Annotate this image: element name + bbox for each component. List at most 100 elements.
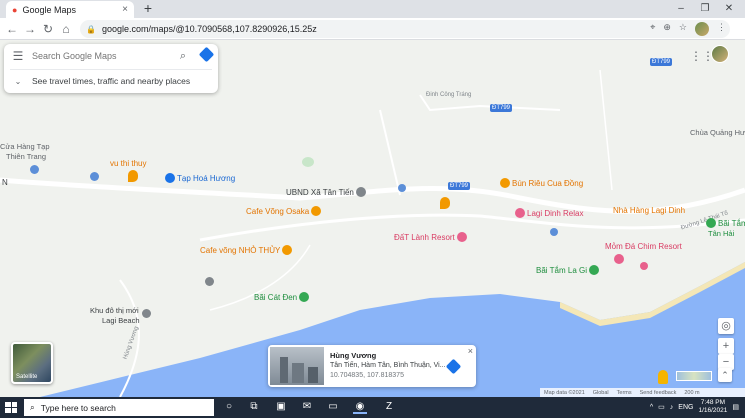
- address-bar[interactable]: 🔒 google.com/maps/@10.7090568,107.829092…: [80, 20, 730, 38]
- search-icon: ⌕: [30, 402, 35, 412]
- profile-avatar[interactable]: [695, 22, 709, 36]
- hotel-icon[interactable]: [640, 262, 648, 270]
- cafe-icon: [311, 206, 322, 216]
- hotel-icon: [456, 232, 467, 242]
- reload-icon[interactable]: ↻: [40, 21, 56, 37]
- poi-cafe-vong-nho-thuy[interactable]: Cafe võng NHỎ THỦY: [200, 245, 293, 255]
- menu-dots-icon[interactable]: ⋮: [717, 22, 726, 36]
- account-avatar[interactable]: [711, 45, 729, 63]
- poi-ubnd-tan-tien[interactable]: UBND Xã Tân Tiến: [286, 187, 366, 197]
- home-icon[interactable]: ⌂: [58, 21, 74, 37]
- place-label[interactable]: Chùa Quảng Hư: [690, 128, 745, 137]
- maximize-button[interactable]: ❐: [694, 0, 716, 18]
- poi-label: UBND Xã Tân Tiến: [286, 187, 354, 197]
- satellite-toggle[interactable]: Satellite: [11, 342, 53, 384]
- bookmark-star-icon[interactable]: ☆: [679, 22, 687, 36]
- back-icon[interactable]: ←: [4, 21, 20, 37]
- poi-label: ĐấT Lành Resort: [394, 232, 455, 242]
- poi-cafe-vong-osaka[interactable]: Cafe Võng Osaka: [246, 206, 322, 216]
- tab-close-icon[interactable]: ×: [122, 4, 128, 15]
- chrome-icon[interactable]: ◉: [353, 400, 367, 414]
- shop-icon[interactable]: [30, 165, 39, 174]
- search-icon[interactable]: ⌕: [172, 50, 194, 63]
- poi-label: Bún Riêu Cua Đồng: [512, 178, 584, 188]
- place-label[interactable]: Lagi Beach: [102, 316, 140, 325]
- directions-icon[interactable]: [445, 358, 462, 375]
- place-label[interactable]: Tân Hải: [708, 229, 734, 238]
- close-window-button[interactable]: ✕: [718, 0, 740, 18]
- close-icon[interactable]: ×: [468, 346, 473, 356]
- poi-bai-cat-den[interactable]: Bãi Cát Đen: [254, 292, 310, 302]
- poi-label: vu thi thuy: [110, 159, 147, 168]
- cafe-icon: [282, 245, 293, 255]
- poi-marker[interactable]: [440, 197, 450, 209]
- poi-bai-tam-la-gi[interactable]: Bãi Tắm La Gi: [536, 265, 599, 275]
- expand-icon[interactable]: ⌃: [718, 368, 732, 382]
- layers-icon[interactable]: [676, 371, 712, 381]
- poi-bai-tam-tan-hai[interactable]: Bãi Tắm: [706, 218, 745, 228]
- place-label[interactable]: Cửa Hàng Tạp: [0, 142, 50, 151]
- clock[interactable]: 7:48 PM 1/16/2021: [698, 399, 727, 415]
- poi-nha-hang-lagi-dinh[interactable]: Nhà Hàng Lagi Dinh: [613, 206, 685, 215]
- windows-start-icon[interactable]: [3, 400, 19, 415]
- government-icon: [355, 187, 366, 197]
- send-feedback-link[interactable]: Send feedback: [640, 390, 677, 396]
- place-icon[interactable]: [142, 309, 151, 318]
- restaurant-icon: [500, 178, 510, 188]
- shop-icon[interactable]: [550, 228, 558, 236]
- map-canvas[interactable]: ĐT799 ĐT799 ĐT799 Đinh Công Tráng Đường …: [0, 40, 745, 397]
- shop-icon[interactable]: [90, 172, 99, 181]
- coast-road: [199, 213, 745, 242]
- system-tray: ^ ▭ ♪ ENG 7:48 PM 1/16/2021 ▤: [650, 399, 739, 415]
- language-indicator[interactable]: ENG: [678, 404, 693, 411]
- store-icon[interactable]: ▣: [274, 400, 288, 414]
- zoom-in-button[interactable]: +: [718, 338, 734, 354]
- poi-lagi-dinh-relax[interactable]: Lagi Dinh Relax: [515, 208, 583, 218]
- tab-title: Google Maps: [22, 4, 76, 15]
- street-view-thumbnail[interactable]: [270, 347, 324, 385]
- browser-tab[interactable]: ● Google Maps ×: [6, 1, 134, 18]
- browser-toolbar: ← → ↻ ⌂ 🔒 google.com/maps/@10.7090568,10…: [0, 18, 745, 40]
- poi-mom-da-chim-resort[interactable]: Mỏm Đá Chim Resort: [605, 242, 682, 251]
- chevron-down-icon: ⌄: [14, 76, 22, 86]
- minimize-button[interactable]: –: [670, 0, 692, 18]
- global-link[interactable]: Global: [593, 390, 609, 396]
- new-tab-button[interactable]: +: [141, 0, 155, 18]
- poi-bun-rieu-cua-dong[interactable]: Bún Riêu Cua Đồng: [500, 178, 583, 188]
- taskbar-search[interactable]: ⌕ Type here to search: [24, 399, 214, 416]
- place-label[interactable]: Khu đô thị mới: [90, 306, 139, 315]
- directions-icon[interactable]: [194, 46, 218, 63]
- poi-marker[interactable]: [205, 277, 214, 286]
- forward-icon[interactable]: →: [22, 21, 38, 37]
- menu-icon[interactable]: ☰: [4, 49, 32, 63]
- lens-icon[interactable]: ⊕: [663, 22, 671, 36]
- travel-times-toggle[interactable]: ⌄ See travel times, traffic and nearby p…: [4, 71, 218, 91]
- place-label[interactable]: Thiên Trang: [6, 152, 46, 161]
- my-location-button[interactable]: ◎: [718, 318, 734, 334]
- cafe-icon[interactable]: [128, 170, 138, 182]
- poi-dat-lanh-resort[interactable]: ĐấT Lành Resort: [394, 232, 467, 242]
- cortana-icon[interactable]: ○: [222, 400, 236, 414]
- file-explorer-icon[interactable]: ▭: [326, 400, 340, 414]
- windows-taskbar: ⌕ Type here to search ○ ⧉ ▣ ✉ ▭ ◉ Z ^ ▭ …: [0, 397, 745, 418]
- network-icon[interactable]: ▭: [658, 403, 665, 411]
- hotel-icon[interactable]: [614, 254, 624, 264]
- notification-icon[interactable]: ▤: [732, 403, 739, 411]
- zalo-icon[interactable]: Z: [382, 400, 396, 414]
- mail-icon[interactable]: ✉: [300, 400, 314, 414]
- pegman-icon[interactable]: [658, 370, 668, 384]
- location-icon[interactable]: ⌖: [650, 22, 655, 36]
- task-view-icon[interactable]: ⧉: [247, 400, 261, 414]
- browser-tabstrip: ● Google Maps × + – ❐ ✕: [0, 0, 745, 18]
- poi-vu-thi-thuy[interactable]: vu thi thuy: [110, 159, 146, 168]
- volume-icon[interactable]: ♪: [670, 404, 674, 411]
- location-card[interactable]: Hùng Vương Tân Tiến, Hàm Tân, Bình Thuận…: [268, 345, 476, 387]
- map-data-credit: Map data ©2021: [544, 389, 585, 396]
- terms-link[interactable]: Terms: [617, 390, 632, 396]
- search-input[interactable]: [32, 51, 172, 61]
- tray-chevron-icon[interactable]: ^: [650, 404, 653, 411]
- location-coordinates: 10.704835, 107.818375: [330, 372, 404, 379]
- poi-label: Tạp Hoá Hương: [177, 173, 236, 183]
- shop-icon[interactable]: [398, 184, 406, 192]
- poi-tap-hoa-huong[interactable]: Tạp Hoá Hương: [165, 173, 235, 183]
